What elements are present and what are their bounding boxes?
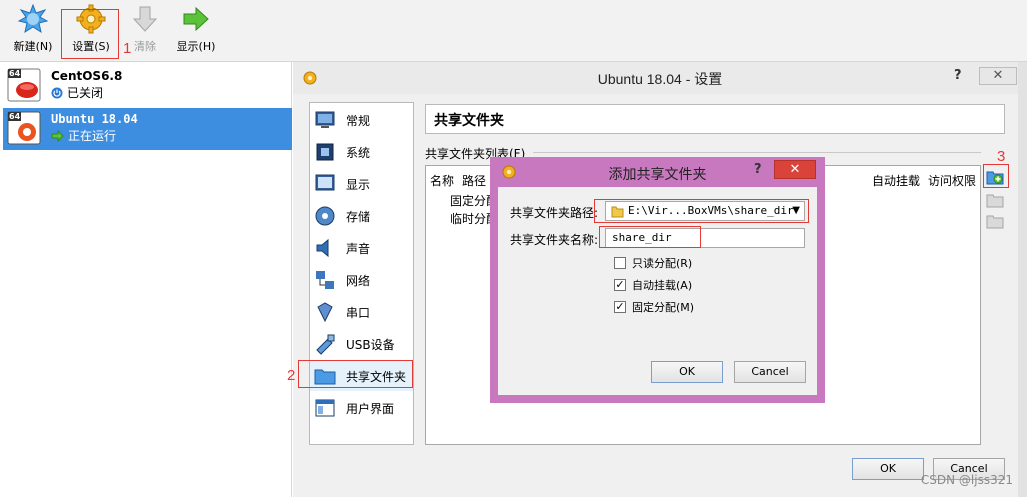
permanent-option[interactable]: ✓ 固定分配(M) xyxy=(614,299,694,315)
column-header-name[interactable]: 名称 xyxy=(430,172,454,189)
vm-status-text: 已关闭 xyxy=(67,86,104,100)
annotation-number-3: 3 xyxy=(997,148,1006,165)
divider xyxy=(533,152,981,153)
annotation-number-2: 2 xyxy=(287,367,296,384)
monitor-icon xyxy=(315,111,335,128)
category-label: 用户界面 xyxy=(346,401,395,416)
new-starburst-icon xyxy=(18,4,48,34)
dialog-cancel-button[interactable]: Cancel xyxy=(734,361,806,383)
category-serial[interactable]: 串口 xyxy=(310,297,413,327)
dialog-ok-button[interactable]: OK xyxy=(651,361,723,383)
serial-port-icon xyxy=(317,302,333,323)
readonly-checkbox[interactable] xyxy=(614,257,626,269)
settings-titlebar: Ubuntu 18.04 - 设置 ? ✕ xyxy=(293,62,1027,94)
automount-label: 自动挂载(A) xyxy=(632,279,693,292)
show-label: 显示(H) xyxy=(176,40,216,53)
annotation-box-name xyxy=(599,226,701,248)
category-label: 存储 xyxy=(346,209,371,224)
permanent-label: 固定分配(M) xyxy=(632,301,695,314)
automount-checkbox[interactable]: ✓ xyxy=(614,279,626,291)
column-header-path[interactable]: 路径 xyxy=(462,172,486,189)
running-arrow-icon xyxy=(51,129,64,142)
category-list: 常规 系统 显示 存储 声音 网络 串口 USB设备 共享文件夹 用户界面 xyxy=(309,102,414,445)
dialog-help-button[interactable]: ? xyxy=(754,162,762,177)
category-user-interface[interactable]: 用户界面 xyxy=(310,393,413,423)
new-vm-button[interactable]: 新建(N) xyxy=(8,4,58,58)
vm-list: 64 CentOS6.8 已关闭 64 Ubuntu 18.04 正在运行 xyxy=(0,62,292,497)
display-icon xyxy=(315,174,335,191)
category-storage[interactable]: 存储 xyxy=(310,201,413,231)
readonly-label: 只读分配(R) xyxy=(632,257,693,270)
annotation-number-1: 1 xyxy=(123,40,132,57)
vm-name: Ubuntu 18.04 xyxy=(51,112,138,126)
edit-folder-icon[interactable] xyxy=(986,191,1004,209)
right-arrow-icon xyxy=(183,6,209,32)
down-arrow-icon xyxy=(132,6,158,32)
name-label: 共享文件夹名称: xyxy=(510,233,599,247)
vm-item-ubuntu[interactable]: 64 Ubuntu 18.04 正在运行 xyxy=(3,108,292,150)
vm-status: 已关闭 xyxy=(51,84,103,101)
power-off-icon xyxy=(51,87,63,98)
category-display[interactable]: 显示 xyxy=(310,169,413,199)
path-label: 共享文件夹路径: xyxy=(510,206,599,220)
show-button[interactable]: 显示(H) xyxy=(172,4,220,58)
window-edge xyxy=(1018,62,1027,497)
discard-button[interactable]: 清除 xyxy=(128,4,162,58)
category-label: 显示 xyxy=(346,177,371,192)
add-shared-folder-dialog: 添加共享文件夹 ? ✕ 共享文件夹路径: E:\Vir...BoxVMs\sha… xyxy=(490,157,825,403)
disc-icon xyxy=(315,206,335,226)
annotation-box-settings xyxy=(61,9,119,59)
dialog-close-button[interactable]: ✕ xyxy=(774,160,816,179)
annotation-box-shared-folders xyxy=(298,360,413,388)
help-button[interactable]: ? xyxy=(954,68,962,83)
category-label: 系统 xyxy=(346,145,371,160)
category-label: 网络 xyxy=(346,273,371,288)
category-system[interactable]: 系统 xyxy=(310,137,413,167)
column-header-access[interactable]: 访问权限 xyxy=(928,172,976,189)
settings-title: Ubuntu 18.04 - 设置 xyxy=(597,71,723,87)
annotation-box-add xyxy=(983,164,1009,188)
vm-status: 正在运行 xyxy=(51,127,116,144)
vm-arch-badge: 64 xyxy=(9,69,21,78)
permanent-checkbox[interactable]: ✓ xyxy=(614,301,626,313)
chip-icon xyxy=(316,143,334,161)
discard-label: 清除 xyxy=(134,40,156,53)
page-title: 共享文件夹 xyxy=(425,104,1005,134)
new-vm-label: 新建(N) xyxy=(13,40,53,53)
category-audio[interactable]: 声音 xyxy=(310,233,413,263)
category-general[interactable]: 常规 xyxy=(310,105,413,135)
speaker-icon xyxy=(316,238,329,258)
dialog-titlebar: 添加共享文件夹 ? ✕ xyxy=(490,157,825,187)
remove-folder-icon[interactable] xyxy=(986,212,1004,230)
window-icon xyxy=(315,399,335,417)
vm-name: CentOS6.8 xyxy=(51,69,123,83)
network-icon xyxy=(316,271,334,289)
category-label: 串口 xyxy=(346,305,371,320)
usb-icon xyxy=(316,334,335,355)
vm-status-text: 正在运行 xyxy=(68,129,117,143)
main-toolbar: 新建(N) 设置(S) 清除 显示(H) xyxy=(0,0,1027,62)
dialog-body: 共享文件夹路径: E:\Vir...BoxVMs\share_dir ▼ 共享文… xyxy=(498,187,817,395)
category-network[interactable]: 网络 xyxy=(310,265,413,295)
close-button[interactable]: ✕ xyxy=(979,67,1017,85)
ok-button[interactable]: OK xyxy=(852,458,924,480)
category-usb[interactable]: USB设备 xyxy=(310,329,413,359)
annotation-box-path xyxy=(594,199,809,223)
category-label: 常规 xyxy=(346,113,371,128)
category-label: 声音 xyxy=(346,241,371,256)
automount-option[interactable]: ✓ 自动挂载(A) xyxy=(614,277,692,293)
vm-item-centos[interactable]: 64 CentOS6.8 已关闭 xyxy=(3,65,292,107)
column-header-auto-mount[interactable]: 自动挂载 xyxy=(872,172,920,189)
watermark: CSDN @ljss321 xyxy=(920,473,1013,487)
category-label: USB设备 xyxy=(346,337,395,352)
vm-arch-badge: 64 xyxy=(9,112,21,121)
readonly-option[interactable]: 只读分配(R) xyxy=(614,255,692,271)
